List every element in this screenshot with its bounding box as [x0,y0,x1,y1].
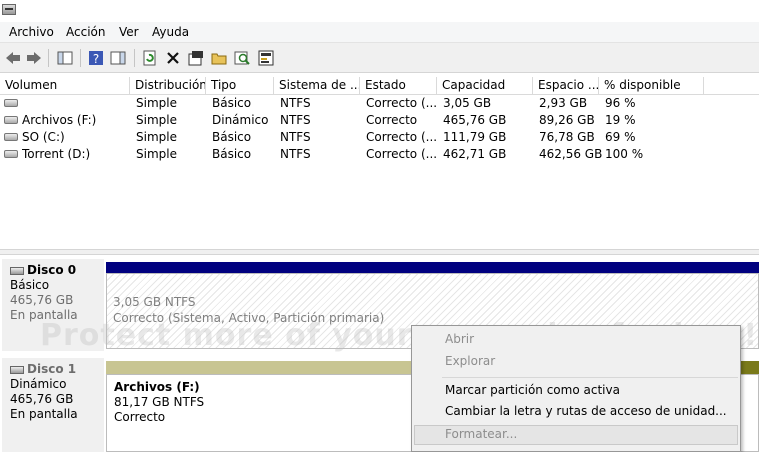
disk-0-name: Disco 0 [27,263,77,277]
partition-status: Correcto [114,410,166,424]
menu-ver[interactable]: Ver [119,25,139,39]
cell-distribucion: Simple [136,130,177,144]
menu-item-cambiar-letra[interactable]: Cambiar la letra y rutas de acceso de un… [445,404,727,418]
cell-sistema: NTFS [280,147,311,161]
toolbar-separator [80,49,81,67]
table-row[interactable]: SO (C:) Simple Básico NTFS Correcto (...… [0,129,759,146]
menu-ayuda[interactable]: Ayuda [152,25,189,39]
cell-estado: Correcto (... [366,147,438,161]
cell-espacio: 462,56 GB [539,147,603,161]
column-header-sistema[interactable]: Sistema de ... [274,77,360,95]
column-header-volumen[interactable]: Volumen [0,77,130,95]
toolbar: ? [0,43,759,73]
disk-0-partition-bar [106,262,759,273]
column-header-capacidad[interactable]: Capacidad [437,77,533,95]
cell-tipo: Básico [212,96,252,110]
volume-list: Volumen Distribución Tipo Sistema de ...… [0,77,759,249]
disk-1-type: Dinámico [10,377,67,391]
properties-list-icon[interactable] [109,49,127,67]
drive-icon [4,150,18,158]
cell-espacio: 89,26 GB [539,113,595,127]
svg-text:?: ? [93,52,99,66]
column-header-blank [704,77,759,95]
column-header-espacio[interactable]: Espacio ... [533,77,599,95]
cell-sistema: NTFS [280,113,311,127]
toolbar-separator [48,49,49,67]
refresh-icon[interactable] [141,49,159,67]
menu-item-abrir[interactable]: Abrir [445,332,474,346]
cell-volumen: Torrent (D:) [22,147,91,161]
cell-sistema: NTFS [280,96,311,110]
cell-capacidad: 3,05 GB [443,96,492,110]
menu-item-formatear[interactable]: Formatear... [445,427,517,441]
partition-name: Archivos (F:) [114,380,200,394]
context-menu: Abrir Explorar Marcar partición como act… [411,325,741,452]
drive-icon [4,99,18,107]
disk-1-size: 465,76 GB [10,392,74,406]
table-row[interactable]: Archivos (F:) Simple Dinámico NTFS Corre… [0,112,759,129]
cell-disponible: 96 % [605,96,636,110]
cell-distribucion: Simple [136,113,177,127]
menu-separator [442,377,738,378]
cell-capacidad: 465,76 GB [443,113,507,127]
cell-espacio: 2,93 GB [539,96,588,110]
cell-tipo: Básico [212,147,252,161]
explore-icon[interactable] [233,49,251,67]
cell-espacio: 76,78 GB [539,130,595,144]
cell-estado: Correcto [366,113,418,127]
drive-icon [4,116,18,124]
cell-estado: Correcto (... [366,130,438,144]
menu-archivo[interactable]: Archivo [9,25,54,39]
column-header-disponible[interactable]: % disponible [599,77,704,95]
cell-tipo: Básico [212,130,252,144]
disk-icon [10,266,24,275]
menu-bar: Archivo Acción Ver Ayuda [0,22,759,43]
column-header-distribucion[interactable]: Distribución [130,77,206,95]
disk-1-name: Disco 1 [27,362,77,376]
properties-icon[interactable] [187,49,205,67]
menu-item-explorar[interactable]: Explorar [445,354,495,368]
cell-disponible: 19 % [605,113,636,127]
disk-1-status: En pantalla [10,407,78,421]
disk-0-size: 465,76 GB [10,293,74,307]
cell-distribucion: Simple [136,147,177,161]
cell-capacidad: 111,79 GB [443,130,507,144]
disk-1-partition-bar-end [740,361,759,374]
settings-icon[interactable] [257,49,275,67]
menu-item-marcar-activa[interactable]: Marcar partición como activa [445,383,620,397]
console-tree-icon[interactable] [56,49,74,67]
cell-estado: Correcto (... [366,96,438,110]
toolbar-separator [134,49,135,67]
cell-distribucion: Simple [136,96,177,110]
help-icon[interactable]: ? [87,49,105,67]
cell-tipo: Dinámico [212,113,269,127]
cell-sistema: NTFS [280,130,311,144]
table-row[interactable]: Simple Básico NTFS Correcto (... 3,05 GB… [0,95,759,112]
column-header-tipo[interactable]: Tipo [206,77,274,95]
partition-size: 81,17 GB NTFS [114,395,205,409]
drive-icon [4,133,18,141]
forward-icon[interactable] [25,49,43,67]
cell-disponible: 69 % [605,130,636,144]
back-icon[interactable] [4,49,22,67]
open-icon[interactable] [210,49,228,67]
disk-icon [10,365,24,374]
disk-0-type: Básico [10,278,50,292]
menu-accion[interactable]: Acción [66,25,105,39]
title-bar [0,0,759,22]
table-row[interactable]: Torrent (D:) Simple Básico NTFS Correcto… [0,146,759,163]
column-header-estado[interactable]: Estado [360,77,437,95]
cell-capacidad: 462,71 GB [443,147,507,161]
cell-volumen: SO (C:) [22,130,65,144]
cell-volumen: Archivos (F:) [22,113,97,127]
delete-icon[interactable] [164,49,182,67]
disk-1-label[interactable]: Disco 1 Dinámico 465,76 GB En pantalla [2,358,104,452]
disk-management-app-icon[interactable] [2,4,16,15]
cell-disponible: 100 % [605,147,644,161]
partition-size: 3,05 GB NTFS [113,295,196,309]
